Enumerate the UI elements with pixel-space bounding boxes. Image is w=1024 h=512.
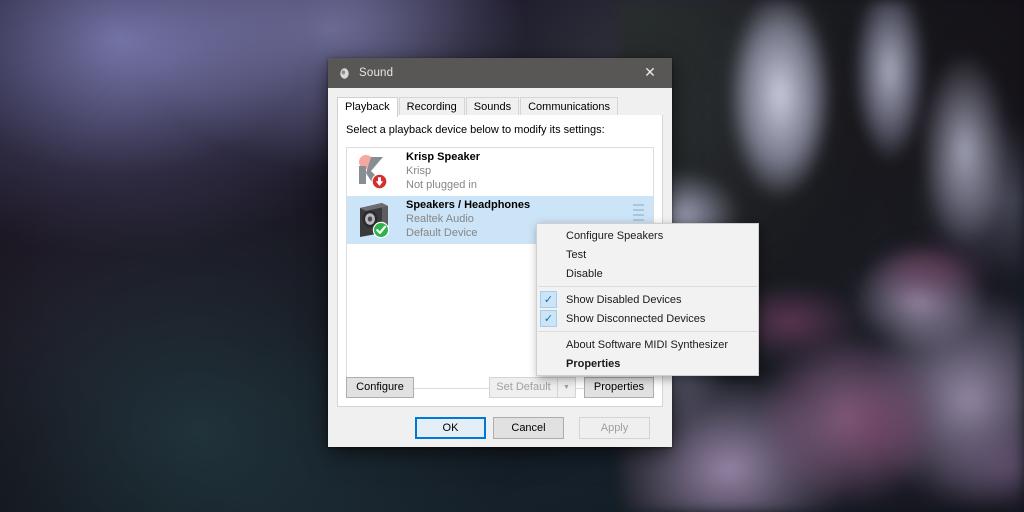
desktop: Sound ✕ Playback Recording Sounds Commun… [0, 0, 1024, 512]
tab-recording[interactable]: Recording [398, 97, 465, 116]
cancel-button[interactable]: Cancel [493, 417, 564, 439]
set-default-split-button[interactable]: Set Default ▼ [489, 377, 576, 398]
device-name: Krisp Speaker [406, 151, 480, 164]
dialog-footer: OK Cancel Apply [328, 407, 672, 447]
tab-playback[interactable]: Playback [337, 97, 398, 117]
device-text-block: Speakers / Headphones Realtek Audio Defa… [406, 199, 530, 240]
ok-button[interactable]: OK [415, 417, 486, 439]
menu-separator [538, 331, 757, 332]
window-titlebar[interactable]: Sound ✕ [328, 58, 672, 88]
krisp-logo-icon [354, 151, 396, 193]
menu-item-disable[interactable]: Disable [537, 264, 758, 283]
checkmark-icon: ✓ [540, 310, 557, 327]
menu-item-label: Configure Speakers [566, 229, 664, 242]
menu-item-label: Show Disconnected Devices [566, 312, 706, 325]
device-name: Speakers / Headphones [406, 199, 531, 212]
apply-button[interactable]: Apply [579, 417, 650, 439]
menu-item-configure-speakers[interactable]: Configure Speakers [537, 226, 758, 245]
tab-sounds[interactable]: Sounds [465, 97, 520, 116]
menu-separator [538, 286, 757, 287]
menu-item-label: About Software MIDI Synthesizer [566, 338, 729, 351]
menu-item-show-disconnected-devices[interactable]: ✓ Show Disconnected Devices [537, 309, 758, 328]
menu-item-about-software-midi-synthesizer[interactable]: About Software MIDI Synthesizer [537, 335, 758, 354]
menu-item-label: Show Disabled Devices [566, 293, 682, 306]
device-text-block: Krisp Speaker Krisp Not plugged in [406, 151, 480, 192]
menu-item-label: Disable [566, 267, 603, 280]
device-list-item-krisp-speaker[interactable]: Krisp Speaker Krisp Not plugged in [347, 148, 653, 196]
checkmark-icon: ✓ [540, 291, 557, 308]
device-action-buttons: Configure Set Default ▼ Properties [346, 377, 654, 398]
device-status: Default Device [406, 226, 478, 239]
menu-item-label: Properties [566, 357, 621, 370]
close-icon[interactable]: ✕ [628, 58, 672, 88]
window-title: Sound [359, 67, 394, 79]
tab-strip: Playback Recording Sounds Communications [337, 97, 663, 117]
panel-instruction: Select a playback device below to modify… [346, 124, 605, 136]
properties-button[interactable]: Properties [584, 377, 654, 398]
configure-button[interactable]: Configure [346, 377, 414, 398]
speaker-box-icon [354, 199, 396, 241]
menu-item-label: Test [566, 248, 587, 261]
chevron-down-icon[interactable]: ▼ [557, 377, 576, 398]
tab-communications[interactable]: Communications [520, 97, 619, 116]
device-context-menu: Configure Speakers Test Disable ✓ Show D… [536, 223, 759, 376]
menu-item-show-disabled-devices[interactable]: ✓ Show Disabled Devices [537, 290, 758, 309]
menu-item-properties[interactable]: Properties [537, 354, 758, 373]
device-vendor: Krisp [406, 165, 432, 178]
speaker-icon [337, 66, 351, 80]
device-vendor: Realtek Audio [406, 213, 474, 226]
device-status: Not plugged in [406, 178, 477, 191]
menu-item-test[interactable]: Test [537, 245, 758, 264]
set-default-button[interactable]: Set Default [489, 377, 557, 398]
